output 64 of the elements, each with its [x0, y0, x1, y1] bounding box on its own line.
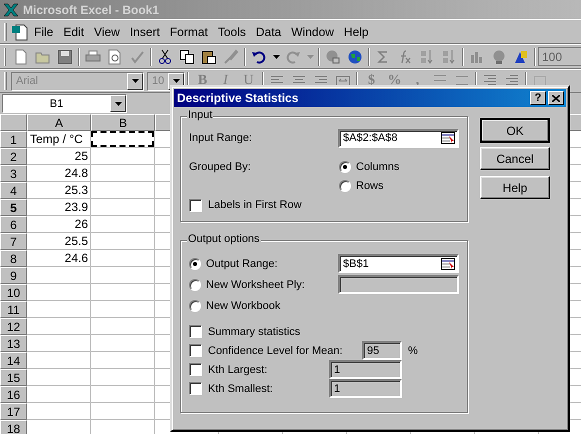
- radio-label: New Worksheet Ply:: [206, 278, 305, 290]
- row-header[interactable]: 5: [0, 199, 27, 216]
- menu-item[interactable]: Window: [286, 22, 339, 40]
- row-header[interactable]: 1: [0, 131, 27, 148]
- field-label: Grouped By:: [189, 160, 252, 172]
- group-label: Output options: [187, 233, 261, 245]
- table-cell-text: 23.9: [64, 199, 89, 216]
- output-range-field[interactable]: $B$1: [338, 254, 459, 273]
- dialog-title: Descriptive Statistics: [177, 91, 298, 105]
- menu-item[interactable]: Format: [164, 22, 213, 40]
- table-cell-text: 26: [74, 216, 89, 233]
- row-header[interactable]: 11: [0, 301, 27, 318]
- radio-label: New Workbook: [206, 300, 280, 312]
- input-field[interactable]: 95: [362, 341, 402, 360]
- table-cell-text: 24.6: [64, 250, 89, 267]
- menu-item[interactable]: File: [29, 22, 58, 40]
- row-header[interactable]: 16: [0, 386, 27, 403]
- dialog-button[interactable]: Cancel: [480, 147, 550, 170]
- checkbox-label: Labels in First Row: [208, 199, 302, 211]
- menu-item[interactable]: Help: [338, 22, 374, 40]
- menu-item[interactable]: Insert: [124, 22, 165, 40]
- row-header[interactable]: 3: [0, 165, 27, 182]
- input-field[interactable]: 1: [329, 379, 402, 398]
- column-header[interactable]: A: [27, 114, 91, 131]
- dialog-button[interactable]: Help: [480, 176, 550, 199]
- radio-label: Rows: [356, 180, 384, 192]
- table-cell-text: 25.3: [64, 182, 89, 199]
- menu-item[interactable]: Edit: [58, 22, 90, 40]
- row-header[interactable]: 13: [0, 335, 27, 352]
- row-header[interactable]: 8: [0, 250, 27, 267]
- checkbox-label: Kth Largest:: [208, 364, 268, 376]
- row-header[interactable]: 14: [0, 352, 27, 369]
- row-header[interactable]: 10: [0, 284, 27, 301]
- row-header[interactable]: 9: [0, 267, 27, 284]
- row-header[interactable]: 18: [0, 420, 27, 434]
- menu-item[interactable]: Data: [250, 22, 286, 40]
- radio-label: Columns: [356, 160, 400, 172]
- row-header[interactable]: 12: [0, 318, 27, 335]
- table-cell-text: 24.8: [64, 165, 89, 182]
- table-cell-text: 25.5: [64, 233, 89, 250]
- name-box[interactable]: B1: [2, 94, 127, 113]
- table-cell-text: 25: [74, 148, 89, 165]
- table-cell-text: Temp / °C: [29, 131, 84, 148]
- row-header[interactable]: 17: [0, 403, 27, 420]
- checkbox-label: Summary statistics: [208, 326, 300, 338]
- row-header[interactable]: 4: [0, 182, 27, 199]
- input-field[interactable]: 1: [329, 360, 402, 379]
- field-label: Input Range:: [189, 132, 252, 144]
- checkbox-label: Kth Smallest:: [208, 382, 273, 394]
- column-header[interactable]: B: [91, 114, 155, 131]
- unit-label: %: [407, 344, 419, 356]
- menu-item[interactable]: View: [89, 22, 125, 40]
- row-header[interactable]: 15: [0, 369, 27, 386]
- menu-item[interactable]: Tools: [212, 22, 251, 40]
- input-range-field[interactable]: $A$2:$A$8: [338, 128, 459, 148]
- radio-label: Output Range:: [206, 258, 278, 270]
- checkbox-label: Confidence Level for Mean:: [208, 344, 343, 356]
- group-label: Input: [187, 109, 214, 121]
- dialog-button[interactable]: OK: [480, 118, 550, 143]
- window-title: Microsoft Excel - Book1: [23, 2, 160, 16]
- help-button[interactable]: ?: [530, 91, 546, 105]
- row-header[interactable]: 6: [0, 216, 27, 233]
- row-header[interactable]: 2: [0, 148, 27, 165]
- row-header[interactable]: 7: [0, 233, 27, 250]
